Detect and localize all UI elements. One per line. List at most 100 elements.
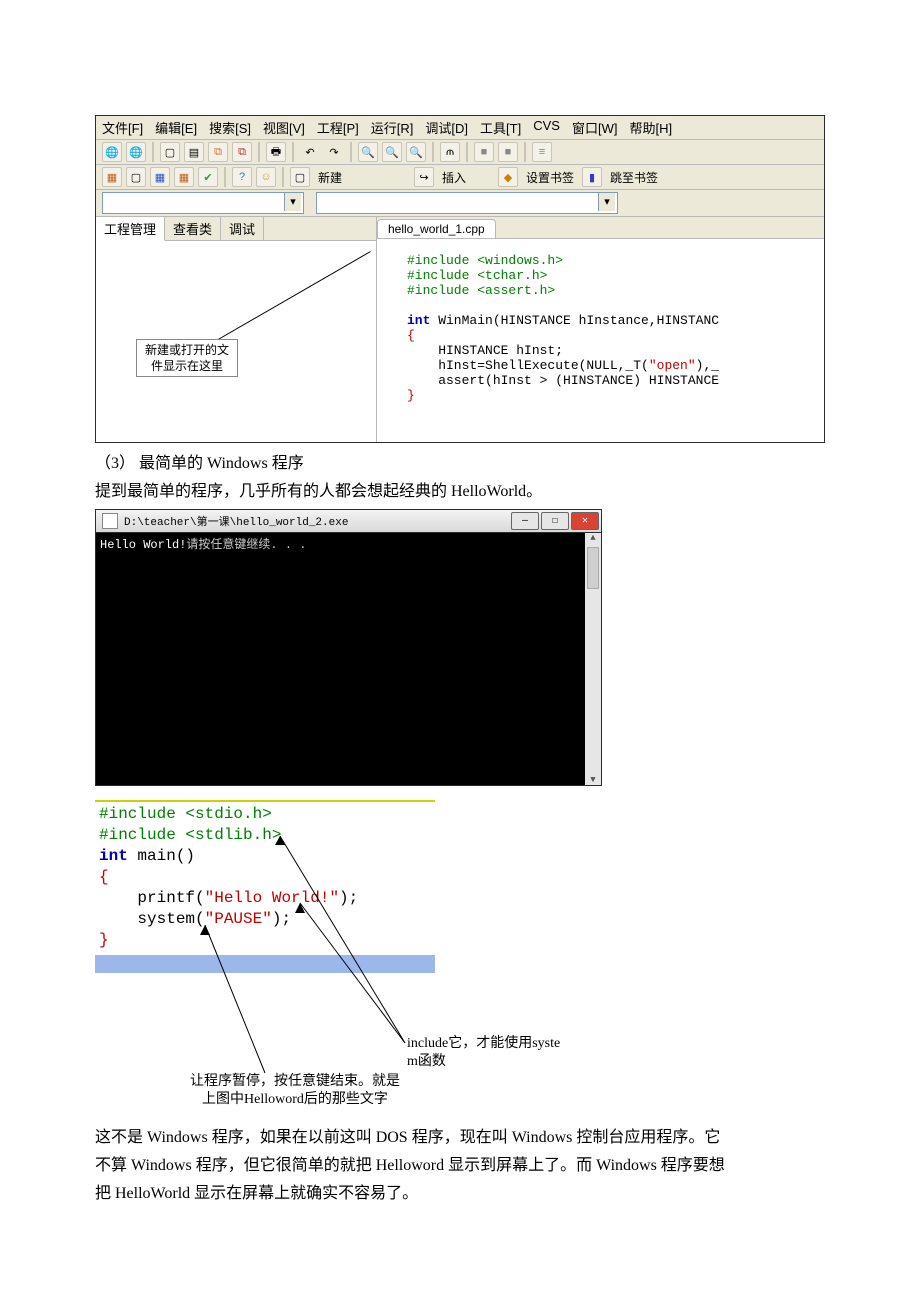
code-line: printf("Hello World!"); [99, 889, 358, 907]
document-page: 文件[F] 编辑[E] 搜索[S] 视图[V] 工程[P] 运行[R] 调试[D… [0, 0, 920, 1271]
separator [524, 142, 526, 162]
paste-icon[interactable]: ⧉ [232, 142, 252, 162]
undo-icon[interactable]: ↶ [300, 142, 320, 162]
side-tab-debug[interactable]: 调试 [221, 217, 264, 240]
console-app-icon [102, 513, 118, 529]
menu-run[interactable]: 运行[R] [371, 118, 414, 137]
print-icon[interactable]: 🖶 [266, 142, 286, 162]
grid-icon[interactable]: ▦ [102, 167, 122, 187]
menu-window[interactable]: 窗口[W] [572, 118, 618, 137]
side-canvas: 新建或打开的文 件显示在这里 [96, 241, 376, 442]
globe2-icon[interactable]: 🌐 [126, 142, 146, 162]
paragraph-1: 提到最简单的程序，几乎所有的人都会想起经典的 HelloWorld。 [95, 481, 825, 503]
menu-tools[interactable]: 工具[T] [480, 118, 521, 137]
combo-right[interactable] [316, 192, 618, 214]
console-titlebar: D:\teacher\第一课\hello_world_2.exe — ☐ ✕ [96, 510, 601, 533]
menu-search[interactable]: 搜索[S] [209, 118, 251, 137]
menu-project[interactable]: 工程[P] [317, 118, 359, 137]
set-bookmark-icon[interactable]: ◆ [498, 167, 518, 187]
annotation-bottom-l1: 让程序暂停，按任意键结束。就是 [165, 1073, 425, 1091]
help-icon[interactable]: ? [232, 167, 252, 187]
open-file-icon[interactable]: ▤ [184, 142, 204, 162]
code-line: system("PAUSE"); [99, 910, 291, 928]
editor-tabs: hello_world_1.cpp [377, 217, 824, 239]
zoom-out-icon[interactable]: 🔍 [382, 142, 402, 162]
window-icon[interactable]: ▢ [126, 167, 146, 187]
new-file-icon[interactable]: ▢ [160, 142, 180, 162]
separator [466, 142, 468, 162]
code-line: int main() [99, 847, 195, 865]
side-tab-classview[interactable]: 查看类 [165, 217, 221, 240]
editor-tab-hello1[interactable]: hello_world_1.cpp [377, 219, 496, 238]
menu-help[interactable]: 帮助[H] [629, 118, 672, 137]
console-scroll-thumb[interactable] [587, 547, 599, 589]
zoom-in-icon[interactable]: 🔍 [358, 142, 378, 162]
code-line: { [407, 328, 415, 343]
toolbar-row-2: ▦ ▢ ▦ ▦ ✔ ? ☺ ▢ 新建 ↪ 插入 ◆ 设置书签 ▮ 跳至书签 [96, 165, 824, 190]
globe-icon[interactable]: 🌐 [102, 142, 122, 162]
maximize-button[interactable]: ☐ [541, 512, 569, 530]
face-icon[interactable]: ☺ [256, 167, 276, 187]
code-line: #include <windows.h> [407, 253, 563, 268]
new-page-icon[interactable]: ▢ [290, 167, 310, 187]
goto-bookmark-icon[interactable]: ▮ [582, 167, 602, 187]
collapse-icon[interactable]: ≡ [532, 142, 552, 162]
side-tab-project[interactable]: 工程管理 [96, 217, 165, 241]
separator [432, 142, 434, 162]
code-editor[interactable]: #include <windows.h> #include <tchar.h> … [377, 239, 824, 442]
menu-file[interactable]: 文件[F] [102, 118, 143, 137]
paragraph-2c: 把 HelloWorld 显示在屏幕上就确实不容易了。 [95, 1183, 825, 1205]
annotation-bottom-l2: 上图中Helloword后的那些文字 [165, 1091, 425, 1109]
menu-debug[interactable]: 调试[D] [425, 118, 468, 137]
stop2-icon[interactable]: ■ [498, 142, 518, 162]
insert-label: 插入 [438, 169, 470, 186]
annotation-right: include它，才能使用syste m函数 [407, 1035, 607, 1071]
menu-cvs[interactable]: CVS [533, 118, 560, 137]
insert-icon[interactable]: ↪ [414, 167, 434, 187]
callout-line [206, 251, 371, 347]
callout-text-2: 件显示在这里 [145, 358, 229, 374]
redo-icon[interactable]: ↷ [324, 142, 344, 162]
menu-view[interactable]: 视图[V] [263, 118, 305, 137]
set-bookmark-label: 设置书签 [522, 169, 578, 186]
grid2-icon[interactable]: ▦ [174, 167, 194, 187]
ide-right-pane: hello_world_1.cpp #include <windows.h> #… [377, 217, 824, 442]
console-title-text: D:\teacher\第一课\hello_world_2.exe [124, 513, 348, 529]
stop-icon[interactable]: ■ [474, 142, 494, 162]
menu-edit[interactable]: 编辑[E] [155, 118, 197, 137]
separator [292, 142, 294, 162]
console-scrollbar[interactable] [585, 533, 601, 785]
ide-window: 文件[F] 编辑[E] 搜索[S] 视图[V] 工程[P] 运行[R] 调试[D… [95, 115, 825, 443]
new-label: 新建 [314, 169, 346, 186]
separator [224, 167, 226, 187]
separator [152, 142, 154, 162]
check-icon[interactable]: ✔ [198, 167, 218, 187]
code-line: } [407, 388, 415, 403]
combo-left[interactable] [102, 192, 304, 214]
ide-body: 工程管理 查看类 调试 新建或打开的文 件显示在这里 hello_world_1… [96, 217, 824, 442]
code-line: int WinMain(HINSTANCE hInstance,HINSTANC [407, 313, 719, 328]
zoom-reset-icon[interactable]: 🔍 [406, 142, 426, 162]
code-snippet-2: #include <stdio.h> #include <stdlib.h> i… [95, 800, 435, 973]
separator [282, 167, 284, 187]
code-line: #include <assert.h> [407, 283, 555, 298]
toolbar-row-1: 🌐 🌐 ▢ ▤ ⧉ ⧉ 🖶 ↶ ↷ 🔍 🔍 🔍 ⫙ ■ ■ ≡ [96, 140, 824, 165]
menu-bar: 文件[F] 编辑[E] 搜索[S] 视图[V] 工程[P] 运行[R] 调试[D… [96, 116, 824, 140]
tile-icon[interactable]: ▦ [150, 167, 170, 187]
code-line: { [99, 868, 109, 886]
copy-icon[interactable]: ⧉ [208, 142, 228, 162]
code-line: assert(hInst > (HINSTANCE) HINSTANCE [407, 373, 719, 388]
code-line: #include <stdio.h> [99, 805, 272, 823]
goto-bookmark-label: 跳至书签 [606, 169, 662, 186]
annotation-right-l2: m函数 [407, 1053, 607, 1071]
paragraph-2a: 这不是 Windows 程序，如果在以前这叫 DOS 程序，现在叫 Window… [95, 1127, 825, 1149]
annotation-bottom: 让程序暂停，按任意键结束。就是 上图中Helloword后的那些文字 [165, 1073, 425, 1109]
close-button[interactable]: ✕ [571, 512, 599, 530]
minimize-button[interactable]: — [511, 512, 539, 530]
code-line: HINSTANCE hInst; [407, 343, 563, 358]
console-body: Hello World!请按任意键继续. . . [96, 533, 601, 785]
callout-text-1: 新建或打开的文 [145, 342, 229, 358]
split-icon[interactable]: ⫙ [440, 142, 460, 162]
paragraph-2b: 不算 Windows 程序，但它很简单的就把 Helloword 显示到屏幕上了… [95, 1155, 825, 1177]
code2-selection-bar [95, 955, 435, 973]
